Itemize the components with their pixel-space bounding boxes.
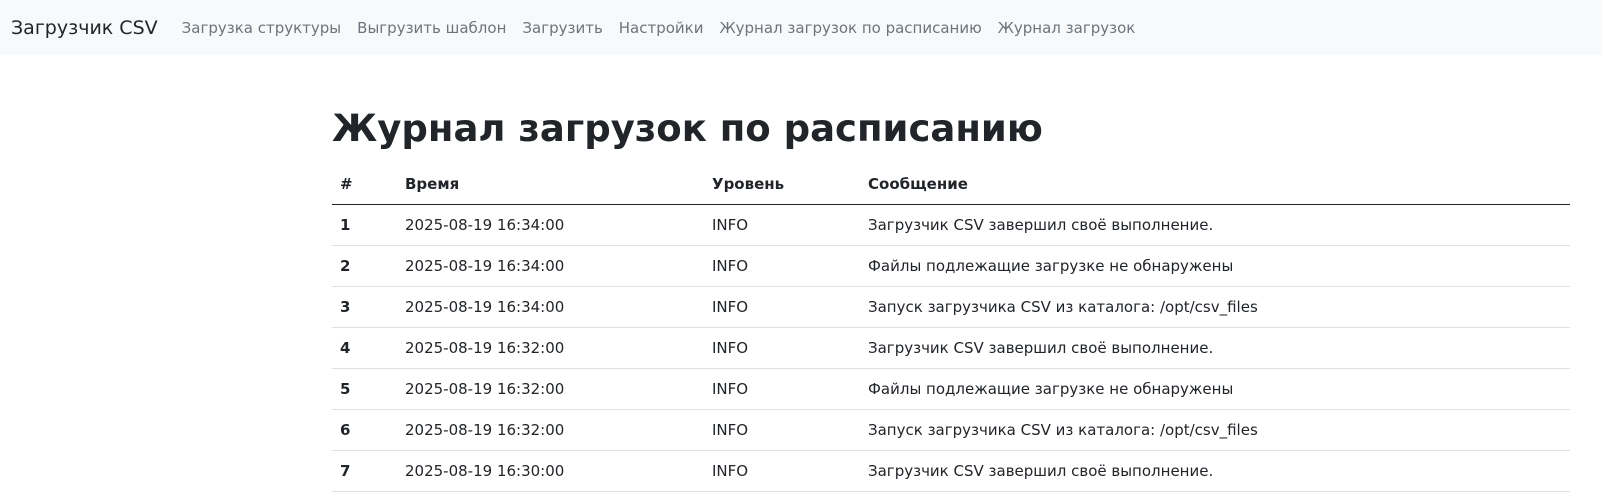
table-row: 6 2025-08-19 16:32:00 INFO Запуск загруз… — [332, 409, 1570, 451]
row-time: 2025-08-19 16:32:00 — [397, 409, 704, 451]
nav-link-export-template[interactable]: Выгрузить шаблон — [349, 19, 514, 37]
row-time: 2025-08-19 16:30:00 — [397, 450, 704, 492]
row-level: INFO — [704, 204, 860, 246]
table-header-row: # Время Уровень Сообщение — [332, 164, 1570, 205]
row-num: 1 — [332, 204, 397, 246]
navbar: Загрузчик CSV Загрузка структуры Выгрузи… — [0, 0, 1602, 55]
row-level: INFO — [704, 245, 860, 287]
navbar-brand[interactable]: Загрузчик CSV — [11, 17, 158, 39]
row-message: Загрузчик CSV завершил своё выполнение. — [860, 450, 1570, 492]
row-message: Загрузчик CSV завершил своё выполнение. — [860, 327, 1570, 369]
nav-link-scheduled-log[interactable]: Журнал загрузок по расписанию — [712, 19, 990, 37]
row-time: 2025-08-19 16:32:00 — [397, 368, 704, 410]
table-row: 1 2025-08-19 16:34:00 INFO Загрузчик CSV… — [332, 204, 1570, 246]
row-num: 7 — [332, 450, 397, 492]
row-level: INFO — [704, 327, 860, 369]
row-time: 2025-08-19 16:32:00 — [397, 327, 704, 369]
row-message: Запуск загрузчика CSV из каталога: /opt/… — [860, 409, 1570, 451]
row-num: 5 — [332, 368, 397, 410]
row-message: Запуск загрузчика CSV из каталога: /opt/… — [860, 286, 1570, 328]
main-content: Журнал загрузок по расписанию # Время Ур… — [332, 103, 1570, 492]
column-header-message: Сообщение — [860, 164, 1570, 205]
column-header-time: Время — [397, 164, 704, 205]
row-time: 2025-08-19 16:34:00 — [397, 286, 704, 328]
row-message: Файлы подлежащие загрузке не обнаружены — [860, 368, 1570, 410]
row-message: Файлы подлежащие загрузке не обнаружены — [860, 245, 1570, 287]
row-time: 2025-08-19 16:34:00 — [397, 204, 704, 246]
column-header-level: Уровень — [704, 164, 860, 205]
table-row: 7 2025-08-19 16:30:00 INFO Загрузчик CSV… — [332, 450, 1570, 492]
nav-link-upload[interactable]: Загрузить — [514, 19, 610, 37]
row-level: INFO — [704, 409, 860, 451]
log-table: # Время Уровень Сообщение 1 2025-08-19 1… — [332, 164, 1570, 492]
nav-link-settings[interactable]: Настройки — [611, 19, 712, 37]
row-level: INFO — [704, 368, 860, 410]
row-num: 4 — [332, 327, 397, 369]
row-message: Загрузчик CSV завершил своё выполнение. — [860, 204, 1570, 246]
row-level: INFO — [704, 450, 860, 492]
table-row: 4 2025-08-19 16:32:00 INFO Загрузчик CSV… — [332, 327, 1570, 369]
row-time: 2025-08-19 16:34:00 — [397, 245, 704, 287]
row-level: INFO — [704, 286, 860, 328]
table-row: 2 2025-08-19 16:34:00 INFO Файлы подлежа… — [332, 245, 1570, 287]
table-row: 5 2025-08-19 16:32:00 INFO Файлы подлежа… — [332, 368, 1570, 410]
table-body: 1 2025-08-19 16:34:00 INFO Загрузчик CSV… — [332, 204, 1570, 492]
row-num: 6 — [332, 409, 397, 451]
table-row: 3 2025-08-19 16:34:00 INFO Запуск загруз… — [332, 286, 1570, 328]
row-num: 2 — [332, 245, 397, 287]
table-header: # Время Уровень Сообщение — [332, 164, 1570, 205]
page-title: Журнал загрузок по расписанию — [332, 107, 1043, 150]
nav-link-upload-log[interactable]: Журнал загрузок — [990, 19, 1144, 37]
nav-link-structure-upload[interactable]: Загрузка структуры — [174, 19, 350, 37]
column-header-num: # — [332, 164, 397, 205]
nav-links: Загрузка структуры Выгрузить шаблон Загр… — [174, 19, 1144, 37]
row-num: 3 — [332, 286, 397, 328]
